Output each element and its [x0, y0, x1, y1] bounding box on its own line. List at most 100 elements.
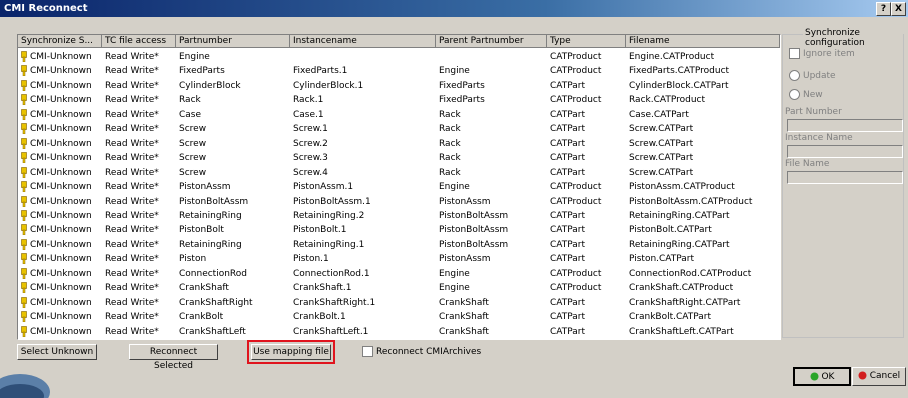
table-row[interactable]: CMI-Unknown Read Write* Piston Piston.1 Pist…: [18, 252, 780, 266]
cell-sync-status: CMI-Unknown: [30, 326, 92, 337]
cell-filename: CrankShaftRight.CATPart: [629, 297, 741, 308]
cell-partnumber: Screw: [179, 153, 207, 164]
cell-parent-partnumber: FixedParts: [439, 95, 485, 106]
cell-parent-partnumber: Engine: [439, 283, 470, 294]
cell-type: CATPart: [550, 153, 586, 164]
lock-icon: [21, 210, 27, 221]
close-button[interactable]: X: [891, 2, 906, 16]
part-number-field[interactable]: [787, 119, 903, 132]
ok-label: OK: [821, 372, 835, 382]
cell-tc-file-access: Read Write*: [105, 254, 159, 265]
table-row[interactable]: CMI-Unknown Read Write* CrankShaftLeft Cran…: [18, 325, 780, 339]
cell-sync-status: CMI-Unknown: [30, 52, 92, 62]
help-button[interactable]: ?: [876, 2, 891, 16]
cell-parent-partnumber: CrankShaft: [439, 312, 489, 323]
cell-partnumber: CrankBolt: [179, 312, 224, 323]
cell-type: CATProduct: [550, 182, 602, 193]
cell-tc-file-access: Read Write*: [105, 283, 159, 294]
cell-sync-status: CMI-Unknown: [30, 239, 92, 250]
lock-icon: [21, 253, 27, 265]
cell-filename: CrankShaft.CATProduct: [629, 283, 734, 294]
table-row[interactable]: CMI-Unknown Read Write* Screw Screw.1 Rack CA…: [18, 122, 780, 136]
cell-instancename: Screw.3: [293, 153, 328, 164]
lock-icon: [21, 123, 27, 135]
table-row[interactable]: CMI-Unknown Read Write* Screw Screw.3 Rack CA…: [18, 151, 780, 165]
cell-sync-status: CMI-Unknown: [30, 312, 92, 323]
table-row[interactable]: CMI-Unknown Read Write* CrankBolt CrankBolt…: [18, 310, 780, 324]
table-row[interactable]: CMI-Unknown Read Write* Case Case.1 Rack CATP…: [18, 108, 780, 122]
table-row[interactable]: CMI-Unknown Read Write* PistonBoltAssm Pist…: [18, 195, 780, 209]
column-header-partnumber[interactable]: Partnumber: [176, 35, 290, 48]
cancel-button[interactable]: Cancel: [852, 367, 906, 386]
background-graphic: [0, 374, 50, 398]
cell-instancename: Screw.4: [293, 167, 328, 178]
cell-tc-file-access: Read Write*: [105, 95, 159, 106]
cell-tc-file-access: Read Write*: [105, 167, 159, 178]
cell-filename: FixedParts.CATProduct: [629, 66, 730, 77]
column-header-tc-file-access[interactable]: TC file access: [102, 35, 176, 48]
table-row[interactable]: CMI-Unknown Read Write* RetainingRing Retai…: [18, 209, 780, 223]
table-row[interactable]: CMI-Unknown Read Write* CrankShaftRight Cra…: [18, 296, 780, 310]
column-header-sync-status[interactable]: Synchronize S...: [18, 35, 102, 48]
cell-sync-status: CMI-Unknown: [30, 196, 92, 207]
cell-sync-status: CMI-Unknown: [30, 153, 92, 164]
cell-filename: Screw.CATPart: [629, 138, 694, 149]
cell-partnumber: PistonAssm: [179, 182, 231, 193]
cell-parent-partnumber: Rack: [439, 109, 461, 120]
table-row[interactable]: CMI-Unknown Read Write* CylinderBlock Cylin…: [18, 79, 780, 93]
cell-sync-status: CMI-Unknown: [30, 254, 92, 265]
file-name-label: File Name: [785, 159, 830, 169]
table-row[interactable]: CMI-Unknown Read Write* RetainingRing Retai…: [18, 238, 780, 252]
table-row[interactable]: CMI-Unknown Read Write* CrankShaft CrankSha…: [18, 281, 780, 295]
cell-filename: PistonBoltAssm.CATProduct: [629, 196, 753, 207]
table-row[interactable]: CMI-Unknown Read Write* Screw Screw.4 Rack CA…: [18, 166, 780, 180]
cell-type: CATPart: [550, 109, 586, 120]
lock-icon: [21, 108, 27, 120]
cell-tc-file-access: Read Write*: [105, 210, 159, 221]
table-row[interactable]: CMI-Unknown Read Write* ConnectionRod Conne…: [18, 267, 780, 281]
table-row[interactable]: CMI-Unknown Read Write* PistonBolt PistonBo…: [18, 223, 780, 237]
table-row[interactable]: CMI-Unknown Read Write* PistonAssm PistonAs…: [18, 180, 780, 194]
cell-parent-partnumber: Rack: [439, 138, 461, 149]
ok-button[interactable]: OK: [793, 367, 851, 386]
column-header-filename[interactable]: Filename: [626, 35, 780, 48]
cell-type: CATProduct: [550, 66, 602, 77]
ignore-item-checkbox[interactable]: Ignore item: [789, 48, 855, 59]
instance-name-field[interactable]: [787, 145, 903, 158]
table-row[interactable]: CMI-Unknown Read Write* Screw Screw.2 Rack CA…: [18, 137, 780, 151]
cell-instancename: PistonBoltAssm.1: [293, 196, 371, 207]
new-radio[interactable]: New: [789, 89, 823, 100]
new-label: New: [803, 90, 823, 100]
file-name-field[interactable]: [787, 171, 903, 184]
cell-partnumber: Rack: [179, 95, 201, 106]
cell-parent-partnumber: Rack: [439, 167, 461, 178]
cell-filename: PistonBolt.CATPart: [629, 225, 712, 236]
table-row[interactable]: CMI-Unknown Read Write* Engine CATProduct En…: [18, 50, 780, 64]
update-radio[interactable]: Update: [789, 70, 836, 81]
cell-sync-status: CMI-Unknown: [30, 95, 92, 106]
cell-type: CATProduct: [550, 196, 602, 207]
cell-partnumber: PistonBoltAssm: [179, 196, 249, 207]
component-table[interactable]: Synchronize S... TC file access Partnumber…: [17, 34, 781, 340]
reconnect-selected-button[interactable]: Reconnect Selected: [129, 344, 218, 371]
table-row[interactable]: CMI-Unknown Read Write* FixedParts FixedPar…: [18, 64, 780, 78]
cell-partnumber: CrankShaft: [179, 283, 229, 294]
cell-partnumber: Screw: [179, 167, 207, 178]
cell-filename: Engine.CATProduct: [629, 52, 715, 62]
cell-partnumber: ConnectionRod: [179, 268, 247, 279]
cell-tc-file-access: Read Write*: [105, 268, 159, 279]
table-row[interactable]: CMI-Unknown Read Write* Rack Rack.1 FixedPar…: [18, 93, 780, 107]
radio-icon: [789, 70, 800, 81]
column-header-parent-partnumber[interactable]: Parent Partnumber: [436, 35, 547, 48]
reconnect-archives-checkbox[interactable]: Reconnect CMIArchives: [362, 346, 481, 358]
cell-filename: RetainingRing.CATPart: [629, 210, 730, 221]
cell-instancename: Screw.1: [293, 124, 328, 135]
reconnect-archives-label: Reconnect CMIArchives: [376, 347, 482, 357]
column-header-instancename[interactable]: Instancename: [290, 35, 436, 48]
cell-sync-status: CMI-Unknown: [30, 225, 92, 236]
column-header-type[interactable]: Type: [547, 35, 626, 48]
cell-parent-partnumber: PistonBoltAssm: [439, 239, 509, 250]
cell-sync-status: CMI-Unknown: [30, 138, 92, 149]
cell-tc-file-access: Read Write*: [105, 52, 159, 62]
cell-filename: Screw.CATPart: [629, 167, 694, 178]
